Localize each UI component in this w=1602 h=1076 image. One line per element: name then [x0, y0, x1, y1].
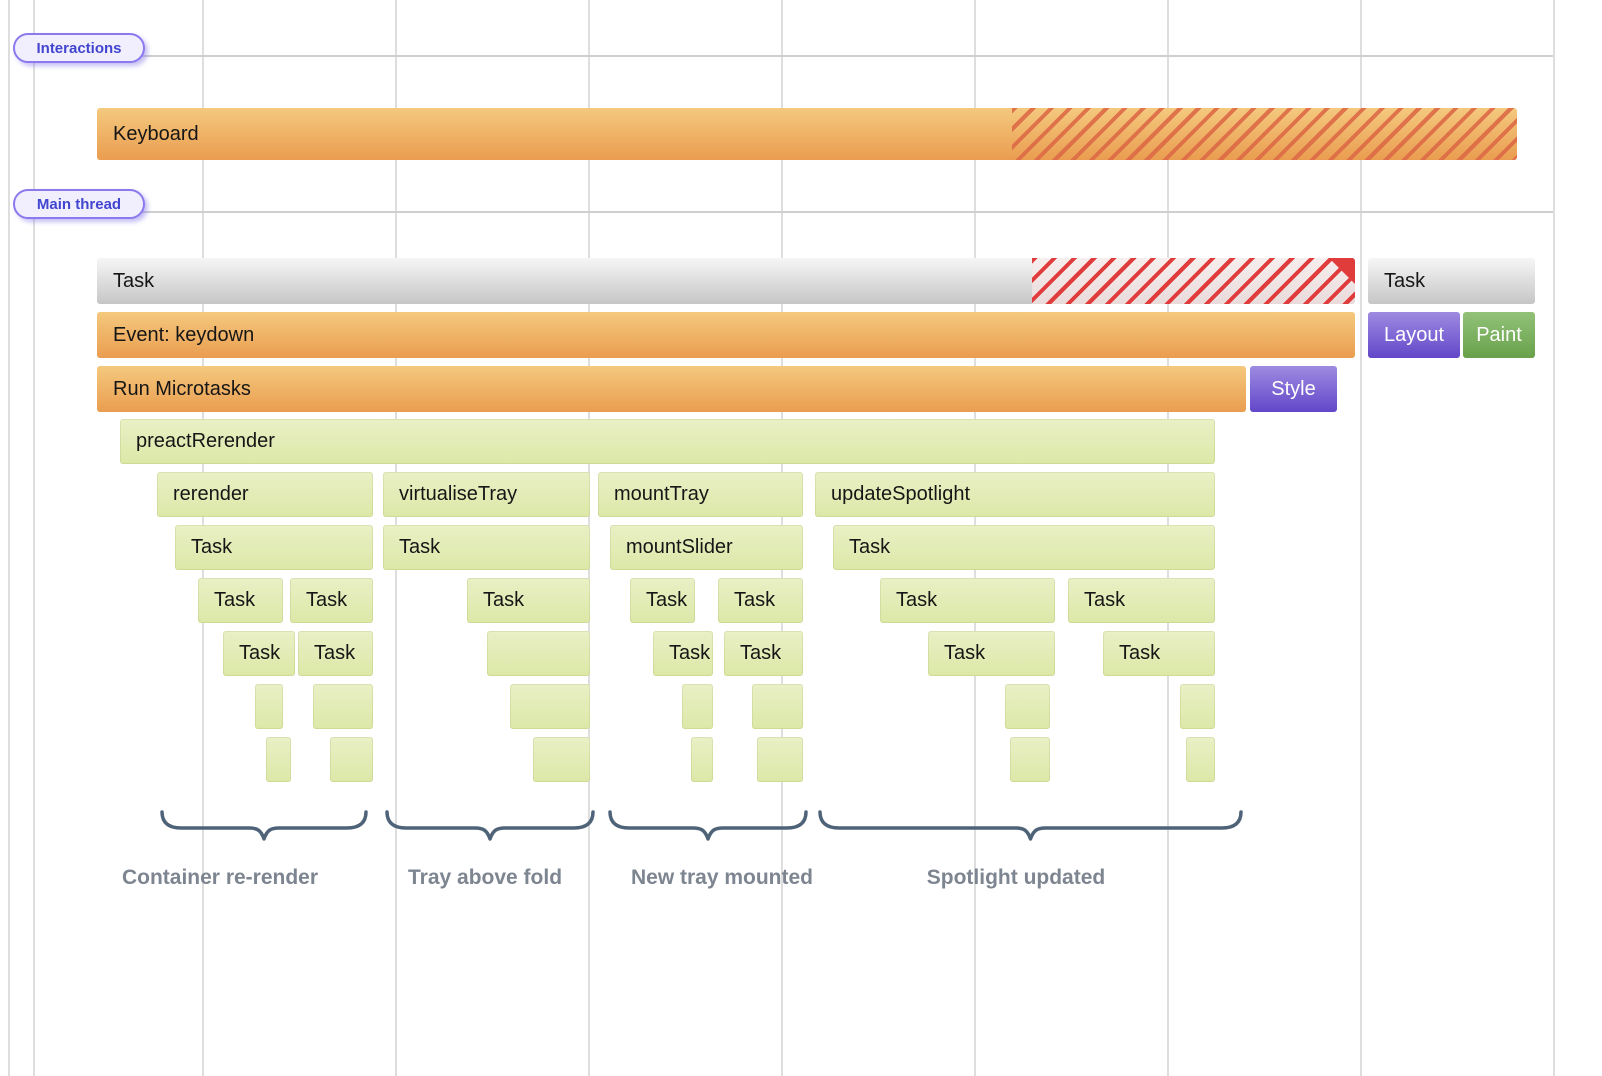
virtualise-tray-bar[interactable]: virtualiseTray	[383, 472, 590, 517]
task-bar-long[interactable]: Task	[97, 258, 1355, 304]
subtask-bar[interactable]	[691, 737, 713, 782]
bar-label: mountSlider	[626, 536, 733, 559]
annotation-brace	[160, 810, 368, 844]
interactions-track-pill[interactable]: Interactions	[13, 33, 145, 63]
bar-label: Task	[191, 536, 232, 559]
task-bar[interactable]: Task	[298, 631, 373, 676]
subtask-bar[interactable]	[682, 684, 713, 729]
performance-flame-chart: Interactions Main thread Keyboard Task Tas…	[0, 0, 1602, 1076]
task-bar[interactable]: Task	[724, 631, 803, 676]
subtask-bar[interactable]	[1005, 684, 1050, 729]
annotation-brace	[608, 810, 808, 844]
task-bar[interactable]: Task	[833, 525, 1215, 570]
task-bar[interactable]: Task	[653, 631, 713, 676]
bar-label: Paint	[1476, 324, 1522, 347]
subtask-bar[interactable]	[313, 684, 373, 729]
subtask-bar[interactable]	[487, 631, 590, 676]
bar-label: Task	[483, 589, 524, 612]
annotation-label: Tray above fold	[408, 866, 562, 890]
bar-label: Task	[113, 270, 154, 293]
task-bar[interactable]: Task	[928, 631, 1055, 676]
bar-label: Task	[646, 589, 687, 612]
interactions-track-label: Interactions	[36, 40, 121, 57]
bar-label: rerender	[173, 483, 249, 506]
bar-label: Task	[944, 642, 985, 665]
annotation-label: Container re-render	[122, 866, 318, 890]
vertical-gridline	[1360, 0, 1362, 1076]
annotation-brace	[818, 810, 1243, 844]
bar-label: Task	[669, 642, 710, 665]
task-bar[interactable]: Task	[718, 578, 803, 623]
red-corner-triangle-icon	[1329, 258, 1355, 284]
bar-label: Event: keydown	[113, 324, 254, 347]
track-separator-line	[33, 211, 1553, 213]
bar-label: Task	[740, 642, 781, 665]
mount-slider-bar[interactable]: mountSlider	[610, 525, 803, 570]
orange-hatch-overlay	[1012, 108, 1517, 160]
task-bar[interactable]: Task	[880, 578, 1055, 623]
bar-label: preactRerender	[136, 430, 275, 453]
red-hatch-overlay	[1032, 258, 1355, 304]
run-microtasks-bar[interactable]: Run Microtasks	[97, 366, 1246, 412]
task-bar[interactable]: Task	[290, 578, 373, 623]
bar-label: Run Microtasks	[113, 378, 251, 401]
bar-label: mountTray	[614, 483, 709, 506]
style-bar[interactable]: Style	[1250, 366, 1337, 412]
bar-label: virtualiseTray	[399, 483, 517, 506]
bar-label: Task	[399, 536, 440, 559]
annotation-brace	[385, 810, 595, 844]
bar-label: Task	[734, 589, 775, 612]
annotation-label: Spotlight updated	[927, 866, 1105, 890]
task-bar[interactable]: Task	[223, 631, 295, 676]
bar-label: Task	[1384, 270, 1425, 293]
task-bar[interactable]: Task	[1103, 631, 1215, 676]
task-bar-right[interactable]: Task	[1368, 258, 1535, 304]
mount-tray-bar[interactable]: mountTray	[598, 472, 803, 517]
vertical-gridline	[1553, 0, 1555, 1076]
subtask-bar[interactable]	[1180, 684, 1215, 729]
keyboard-interaction-bar[interactable]: Keyboard	[97, 108, 1517, 160]
subtask-bar[interactable]	[266, 737, 291, 782]
rerender-bar[interactable]: rerender	[157, 472, 373, 517]
vertical-gridline	[33, 0, 35, 1076]
subtask-bar[interactable]	[1186, 737, 1215, 782]
bar-label: Task	[306, 589, 347, 612]
update-spotlight-bar[interactable]: updateSpotlight	[815, 472, 1215, 517]
task-bar[interactable]: Task	[383, 525, 590, 570]
task-bar[interactable]: Task	[467, 578, 590, 623]
bar-label: Layout	[1384, 324, 1444, 347]
task-bar[interactable]: Task	[198, 578, 283, 623]
subtask-bar[interactable]	[510, 684, 590, 729]
subtask-bar[interactable]	[533, 737, 590, 782]
bar-label: Task	[849, 536, 890, 559]
bar-label: Task	[214, 589, 255, 612]
event-keydown-bar[interactable]: Event: keydown	[97, 312, 1355, 358]
main-thread-track-label: Main thread	[37, 196, 121, 213]
bar-label: Style	[1271, 378, 1315, 401]
bar-label: Task	[1119, 642, 1160, 665]
subtask-bar[interactable]	[1010, 737, 1050, 782]
paint-bar[interactable]: Paint	[1463, 312, 1535, 358]
bar-label: Task	[896, 589, 937, 612]
subtask-bar[interactable]	[757, 737, 803, 782]
task-bar[interactable]: Task	[630, 578, 695, 623]
bar-label: Task	[1084, 589, 1125, 612]
bar-label: Task	[314, 642, 355, 665]
task-bar[interactable]: Task	[175, 525, 373, 570]
task-bar[interactable]: Task	[1068, 578, 1215, 623]
annotation-label: New tray mounted	[631, 866, 813, 890]
track-separator-line	[33, 55, 1553, 57]
subtask-bar[interactable]	[752, 684, 803, 729]
bar-label: Keyboard	[113, 123, 199, 146]
subtask-bar[interactable]	[255, 684, 283, 729]
bar-label: updateSpotlight	[831, 483, 970, 506]
layout-bar[interactable]: Layout	[1368, 312, 1460, 358]
preact-rerender-bar[interactable]: preactRerender	[120, 419, 1215, 464]
vertical-gridline	[8, 0, 10, 1076]
subtask-bar[interactable]	[330, 737, 373, 782]
main-thread-track-pill[interactable]: Main thread	[13, 189, 145, 219]
bar-label: Task	[239, 642, 280, 665]
